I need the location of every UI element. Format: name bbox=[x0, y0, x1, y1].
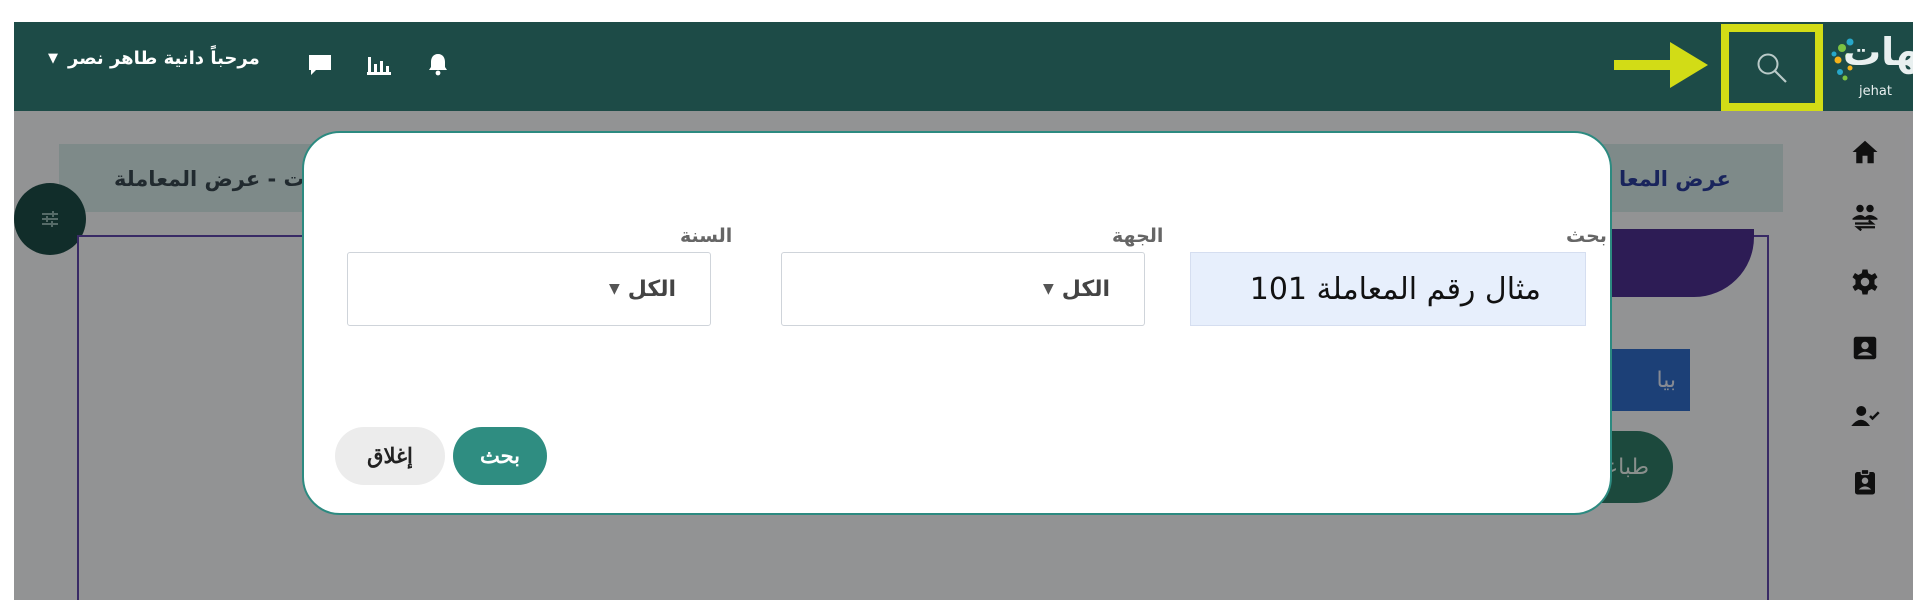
search-input[interactable] bbox=[1190, 252, 1586, 326]
welcome-text: مرحباً دانية طاهر نصر bbox=[68, 48, 260, 69]
caret-down-icon: ▼ bbox=[48, 51, 58, 66]
search-modal: بحث الجهة السنة ▼ الكل ▼ الكل بحث إغلاق bbox=[302, 131, 1612, 515]
year-field-label: السنة bbox=[680, 225, 733, 247]
caret-down-icon: ▼ bbox=[608, 281, 620, 297]
caret-down-icon: ▼ bbox=[1042, 281, 1054, 297]
logo-text: جهات bbox=[1843, 30, 1913, 74]
top-navbar: مرحباً دانية طاهر نصر ▼ جهات jehat bbox=[14, 22, 1913, 111]
year-select-value: الكل bbox=[627, 276, 676, 302]
entity-select[interactable]: ▼ الكل bbox=[781, 252, 1145, 326]
search-button[interactable] bbox=[1721, 24, 1823, 111]
entity-field-label: الجهة bbox=[1112, 225, 1164, 247]
search-icon bbox=[1757, 53, 1787, 83]
chat-icon[interactable] bbox=[307, 53, 333, 77]
year-select[interactable]: ▼ الكل bbox=[347, 252, 711, 326]
entity-select-value: الكل bbox=[1061, 276, 1110, 302]
arrow-right-icon bbox=[1614, 42, 1708, 88]
app-frame: ت - عرض المعاملة عرض المعا بيا طباعة مرح… bbox=[14, 22, 1913, 600]
close-modal-button[interactable]: إغلاق bbox=[335, 427, 445, 485]
search-field-label: بحث bbox=[1566, 225, 1607, 247]
user-menu[interactable]: مرحباً دانية طاهر نصر ▼ bbox=[48, 48, 260, 69]
bar-chart-icon[interactable] bbox=[366, 53, 392, 75]
logo-subtext: jehat bbox=[1859, 84, 1892, 99]
submit-search-button[interactable]: بحث bbox=[453, 427, 547, 485]
bell-icon[interactable] bbox=[427, 52, 449, 76]
